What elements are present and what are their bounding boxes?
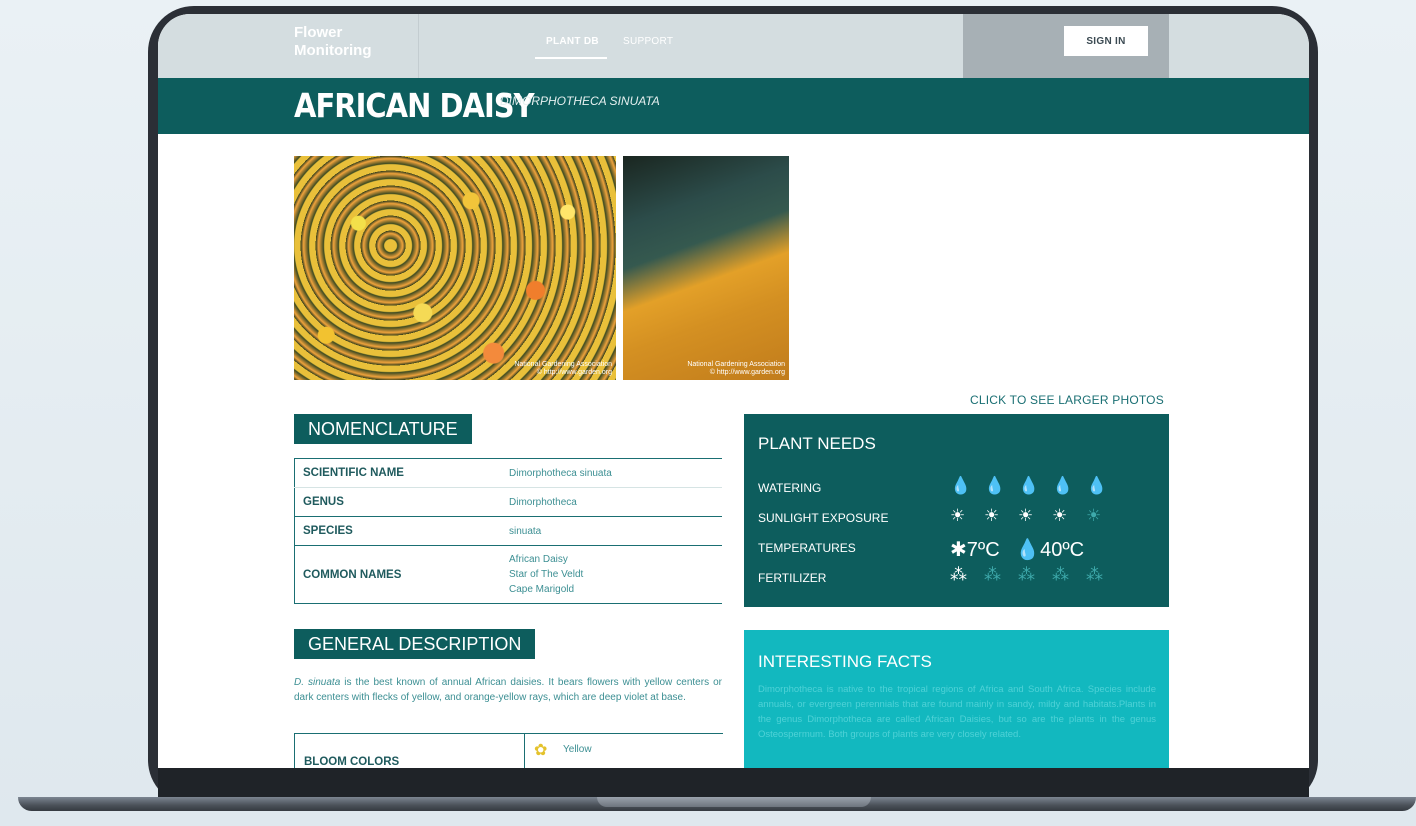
row-key: COMMON NAMES bbox=[294, 545, 501, 604]
sign-in-button[interactable]: SIGN IN bbox=[1064, 26, 1148, 56]
table-row: COMMON NAMES African Daisy Star of The V… bbox=[294, 545, 722, 604]
bloom-colors-table: BLOOM COLORS ✿ Yellow bbox=[294, 733, 723, 768]
photo-2-caption: National Gardening Association © http://… bbox=[670, 361, 785, 377]
snowflake-icon: ✱ bbox=[950, 539, 967, 561]
bloom-color-value: Yellow bbox=[563, 744, 592, 755]
drop-icon: 💧 bbox=[1086, 476, 1108, 495]
nav-link-support[interactable]: SUPPORT bbox=[623, 36, 673, 47]
browser-screen: Flower Monitoring PLANT DB SUPPORT SIGN … bbox=[158, 14, 1309, 768]
interesting-facts-text: Dimorphotheca is native to the tropical … bbox=[758, 684, 1156, 740]
pellets-icon: ⁂ bbox=[1018, 565, 1035, 584]
sun-icon: ☀ bbox=[950, 506, 966, 525]
laptop-hinge bbox=[597, 797, 871, 807]
drop-icon: 💧 bbox=[1052, 476, 1074, 495]
plant-needs-heading: PLANT NEEDS bbox=[758, 434, 876, 453]
row-key: GENUS bbox=[294, 487, 501, 517]
plant-photo-1[interactable] bbox=[294, 156, 616, 380]
common-name-3: Cape Marigold bbox=[509, 584, 575, 595]
nomenclature-table: SCIENTIFIC NAME Dimorphotheca sinuata GE… bbox=[294, 458, 722, 604]
bloom-colors-label: BLOOM COLORS bbox=[304, 756, 400, 768]
flame-icon: 💧 bbox=[1015, 539, 1041, 561]
row-value: sinuata bbox=[501, 516, 722, 546]
drop-icon: 💧 bbox=[1018, 476, 1040, 495]
temperatures-label: TEMPERATURES bbox=[758, 541, 856, 555]
temp-max: 40ºC bbox=[1040, 539, 1085, 561]
table-row: SPECIES sinuata bbox=[294, 516, 722, 546]
temp-min: 7ºC bbox=[966, 539, 1000, 561]
nav-divider bbox=[418, 14, 419, 78]
row-value: Dimorphotheca sinuata bbox=[501, 458, 722, 488]
larger-photos-link[interactable]: CLICK TO SEE LARGER PHOTOS bbox=[970, 393, 1164, 407]
plant-scientific-name: DIMORPHOTHECA SINUATA bbox=[500, 94, 660, 108]
photo-2-caption-line-2: © http://www.garden.org bbox=[709, 369, 785, 376]
sun-icon: ☀ bbox=[1052, 506, 1068, 525]
desc-italic: D. sinuata bbox=[294, 677, 341, 688]
temperature-range: ✱7ºC 💧40ºC bbox=[950, 537, 1084, 562]
brand-logo[interactable]: Flower Monitoring bbox=[294, 24, 371, 60]
interesting-facts-heading: INTERESTING FACTS bbox=[758, 652, 932, 671]
row-value: Dimorphotheca bbox=[501, 487, 722, 517]
fertilizer-label: FERTILIZER bbox=[758, 571, 827, 585]
row-key: SPECIES bbox=[294, 516, 501, 546]
photo-2-caption-line-1: National Gardening Association bbox=[687, 361, 785, 368]
plant-photo-2[interactable] bbox=[623, 156, 789, 380]
plant-needs-panel: PLANT NEEDS WATERING SUNLIGHT EXPOSURE T… bbox=[744, 414, 1169, 607]
row-value: African Daisy Star of The Veldt Cape Mar… bbox=[501, 545, 722, 604]
pellets-icon: ⁂ bbox=[1086, 565, 1103, 584]
nav-link-plant-db[interactable]: PLANT DB bbox=[546, 36, 599, 47]
desc-rest: is the best known of annual African dais… bbox=[294, 677, 722, 703]
photo-1-caption-line-1: National Gardening Association bbox=[514, 361, 612, 368]
interesting-facts-panel: INTERESTING FACTS Dimorphotheca is nativ… bbox=[744, 630, 1169, 768]
pellets-icon: ⁂ bbox=[950, 565, 967, 584]
table-row: GENUS Dimorphotheca bbox=[294, 487, 722, 517]
flower-icon: ✿ bbox=[534, 742, 548, 759]
sun-icon: ☀ bbox=[1018, 506, 1034, 525]
sun-icon: ☀ bbox=[984, 506, 1000, 525]
pellets-icon: ⁂ bbox=[984, 565, 1001, 584]
sunlight-label: SUNLIGHT EXPOSURE bbox=[758, 511, 889, 525]
sun-icon: ☀ bbox=[1086, 506, 1102, 525]
common-name-1: African Daisy bbox=[509, 554, 568, 565]
pellets-icon: ⁂ bbox=[1052, 565, 1069, 584]
table-row: SCIENTIFIC NAME Dimorphotheca sinuata bbox=[294, 458, 722, 488]
bloom-divider bbox=[524, 734, 525, 768]
general-description-heading: GENERAL DESCRIPTION bbox=[294, 629, 536, 659]
drop-icon: 💧 bbox=[950, 476, 972, 495]
row-key: SCIENTIFIC NAME bbox=[294, 458, 501, 488]
photo-1-caption: National Gardening Association © http://… bbox=[498, 361, 612, 377]
active-nav-underline bbox=[535, 57, 607, 59]
top-nav: Flower Monitoring PLANT DB SUPPORT SIGN … bbox=[158, 14, 1309, 78]
plant-common-name: AFRICAN DAISY bbox=[294, 86, 535, 126]
photo-1-caption-line-2: © http://www.garden.org bbox=[536, 369, 612, 376]
screen-bottom-bezel bbox=[158, 768, 1309, 798]
common-name-2: Star of The Veldt bbox=[509, 569, 584, 580]
brand-line-1: Flower bbox=[294, 24, 343, 41]
watering-label: WATERING bbox=[758, 481, 822, 495]
nomenclature-heading: NOMENCLATURE bbox=[294, 414, 472, 444]
drop-icon: 💧 bbox=[984, 476, 1006, 495]
brand-line-2: Monitoring bbox=[294, 42, 372, 59]
general-description-text: D. sinuata is the best known of annual A… bbox=[294, 675, 722, 705]
